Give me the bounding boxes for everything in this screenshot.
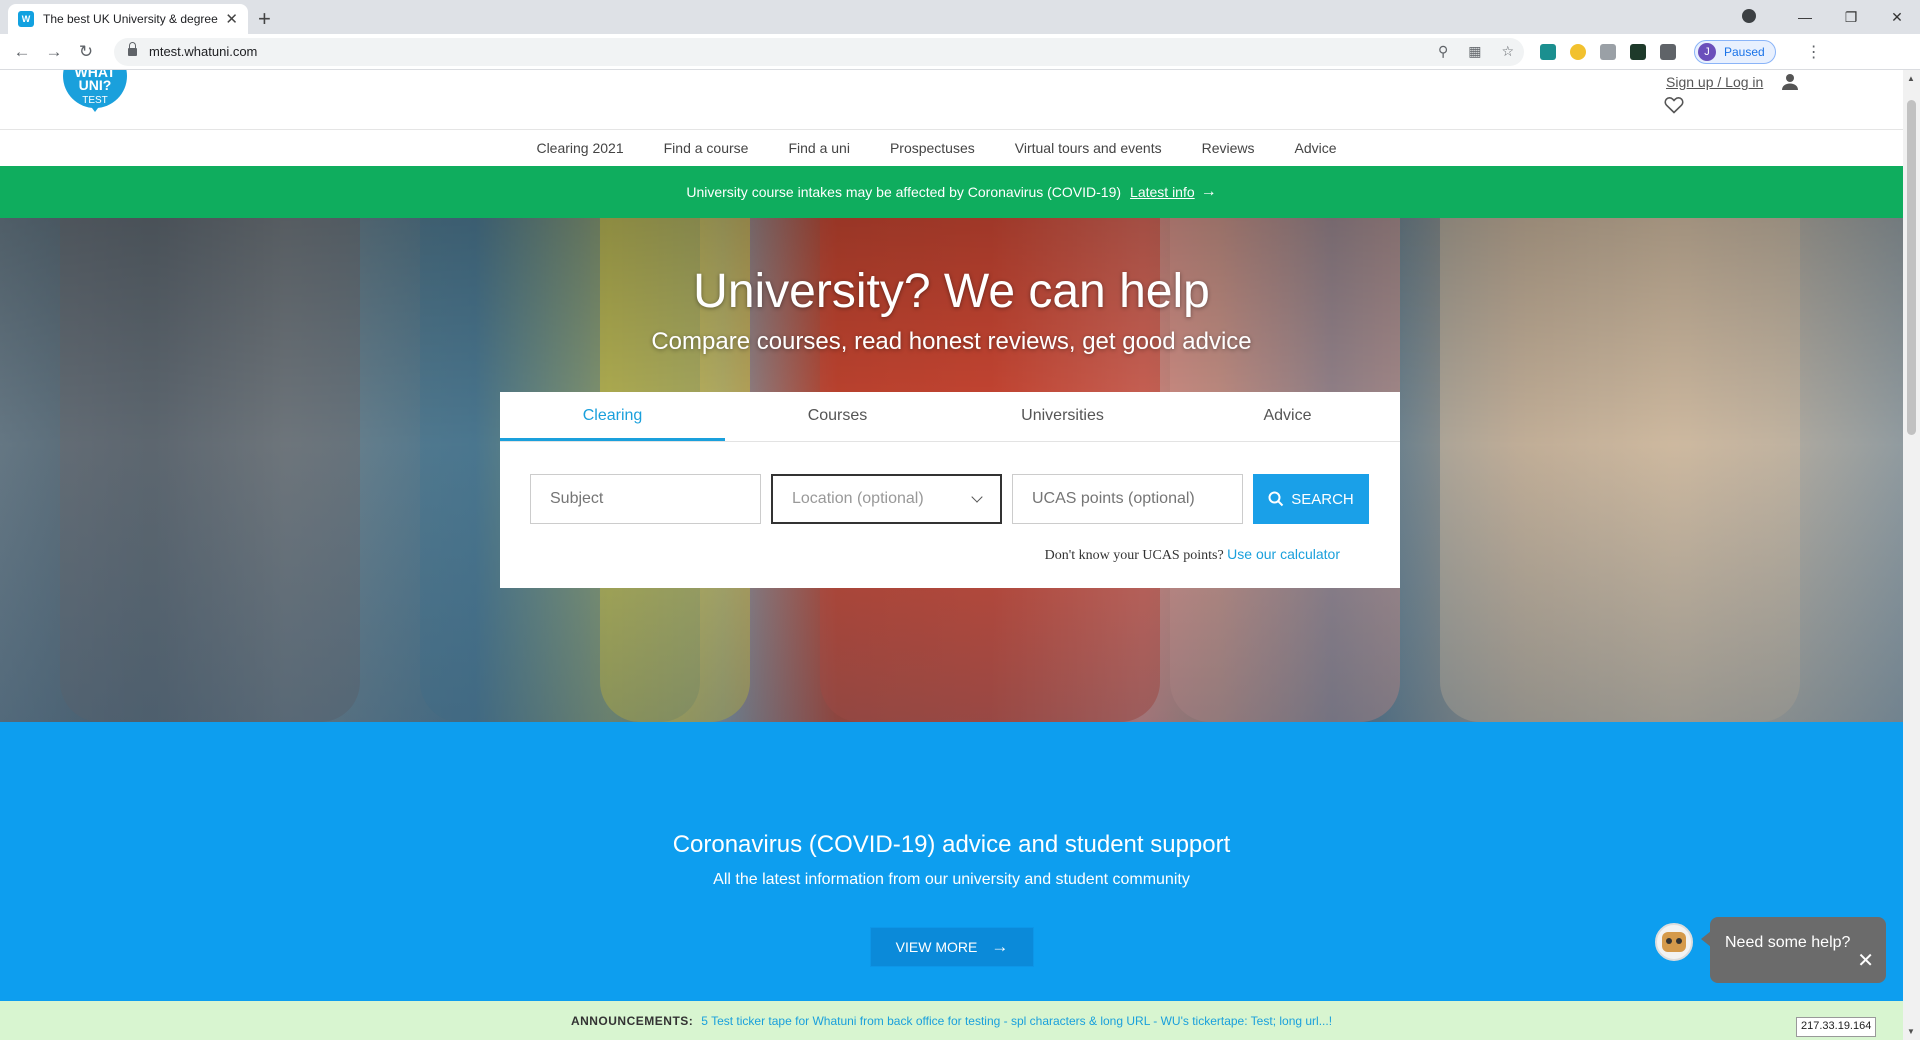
announcement-ticker: ANNOUNCEMENTS: 5 Test ticker tape for Wh… <box>0 1001 1903 1040</box>
back-icon[interactable]: ← <box>6 42 38 62</box>
user-icon[interactable] <box>1781 73 1799 91</box>
nav-prospectuses[interactable]: Prospectuses <box>870 140 995 156</box>
location-placeholder: Location (optional) <box>792 490 924 507</box>
signup-login-link[interactable]: Sign up / Log in <box>1666 74 1763 90</box>
tab-universities[interactable]: Universities <box>950 392 1175 441</box>
extensions-puzzle-icon[interactable] <box>1660 43 1676 60</box>
browser-tab[interactable]: W The best UK University & degree ✕ <box>8 4 248 34</box>
ucas-points-input[interactable] <box>1012 474 1243 524</box>
announcement-label: ANNOUNCEMENTS: <box>570 1013 694 1028</box>
subject-input[interactable] <box>530 474 761 524</box>
lock-icon <box>128 41 137 56</box>
logo-text-uni: UNI? <box>78 77 112 93</box>
scroll-down-icon[interactable]: ▼ <box>1907 1027 1915 1036</box>
whatuni-favicon-icon: W <box>18 11 34 27</box>
view-more-button[interactable]: VIEW MORE → <box>870 927 1034 967</box>
tab-title: The best UK University & degree <box>43 12 218 26</box>
help-bubble[interactable]: Need some help? ✕ <box>1701 917 1886 983</box>
address-bar[interactable]: mtest.whatuni.com ⚲ ▦ ☆ <box>114 37 1524 66</box>
close-icon[interactable]: ✕ <box>1857 948 1874 973</box>
site-header: WHAT UNI? TEST Sign up / Log in <box>0 70 1903 130</box>
ucas-question: Don't know your UCAS points? <box>1044 548 1224 563</box>
close-window-icon[interactable]: ✕ <box>1874 9 1920 26</box>
extension-grey-icon[interactable] <box>1600 43 1616 60</box>
reload-icon[interactable]: ↻ <box>70 42 102 62</box>
tab-clearing[interactable]: Clearing <box>500 392 725 441</box>
profile-avatar: J <box>1698 42 1716 61</box>
ucas-helper: Don't know your UCAS points? Use our cal… <box>1045 546 1340 564</box>
profile-status: Paused <box>1724 44 1765 59</box>
search-button-label: SEARCH <box>1291 490 1354 508</box>
view-more-label: VIEW MORE <box>895 939 978 955</box>
covid-section-title: Coronavirus (COVID-19) advice and studen… <box>672 831 1231 858</box>
extension-teal-icon[interactable] <box>1540 43 1556 60</box>
tab-advice[interactable]: Advice <box>1175 392 1400 441</box>
new-tab-icon[interactable]: + <box>258 6 271 32</box>
main-navigation: Clearing 2021 Find a course Find a uni P… <box>0 130 1903 166</box>
forward-icon[interactable]: → <box>38 42 70 62</box>
extensions-area: J Paused ⋮ <box>1540 39 1822 64</box>
heart-icon[interactable] <box>1664 96 1684 114</box>
browser-menu-icon[interactable]: ⋮ <box>1806 42 1822 62</box>
profile-button[interactable]: J Paused <box>1694 39 1776 64</box>
tab-search-icon[interactable] <box>1736 8 1782 26</box>
browser-tab-bar: W The best UK University & degree ✕ + — … <box>0 0 1920 34</box>
nav-clearing-2021[interactable]: Clearing 2021 <box>516 140 643 156</box>
tab-courses[interactable]: Courses <box>725 392 950 441</box>
whatuni-logo[interactable]: WHAT UNI? TEST <box>63 70 129 116</box>
nav-virtual-tours[interactable]: Virtual tours and events <box>995 140 1182 156</box>
location-icon[interactable]: ⚲ <box>1438 43 1448 60</box>
page-viewport: WHAT UNI? TEST Sign up / Log in Clearing… <box>0 70 1903 1040</box>
bookmark-star-icon[interactable]: ☆ <box>1501 43 1514 60</box>
window-controls: — ❐ ✕ <box>1736 0 1920 34</box>
location-select[interactable]: Location (optional) <box>771 474 1002 524</box>
qr-code-icon[interactable]: ▦ <box>1468 43 1481 60</box>
arrow-right-icon: → <box>1200 183 1217 200</box>
scrollbar-thumb[interactable] <box>1907 100 1916 435</box>
restore-icon[interactable]: ❐ <box>1828 9 1874 26</box>
extension-dark-icon[interactable] <box>1630 43 1646 60</box>
scroll-up-icon[interactable]: ▲ <box>1907 74 1915 83</box>
close-tab-icon[interactable]: ✕ <box>225 10 238 28</box>
hero-title: University? We can help <box>693 265 1210 318</box>
search-panel: Clearing Courses Universities Advice Loc… <box>500 392 1400 588</box>
minimize-icon[interactable]: — <box>1782 9 1828 25</box>
latest-info-link[interactable]: Latest info <box>1130 184 1195 200</box>
browser-toolbar: ← → ↻ mtest.whatuni.com ⚲ ▦ ☆ J Paused ⋮ <box>0 34 1920 70</box>
search-icon <box>1268 491 1284 507</box>
hero-banner: University? We can help Compare courses,… <box>0 218 1903 722</box>
covid-alert-bar: University course intakes may be affecte… <box>0 166 1903 218</box>
search-button[interactable]: SEARCH <box>1253 474 1369 524</box>
search-tabs: Clearing Courses Universities Advice <box>500 392 1400 442</box>
nav-advice[interactable]: Advice <box>1275 140 1357 156</box>
status-ip-address: 217.33.19.164 <box>1796 1017 1877 1037</box>
ucas-calculator-link[interactable]: Use our calculator <box>1227 546 1340 562</box>
chevron-down-icon <box>971 491 983 503</box>
covid-support-section: Coronavirus (COVID-19) advice and studen… <box>0 722 1903 1002</box>
arrow-right-icon: → <box>991 937 1009 956</box>
chatbot-avatar-icon[interactable] <box>1655 923 1693 961</box>
covid-alert-text: University course intakes may be affecte… <box>686 184 1122 200</box>
page-scrollbar[interactable]: ▲ ▼ <box>1903 70 1920 1040</box>
hero-subtitle: Compare courses, read honest reviews, ge… <box>651 328 1252 355</box>
extension-chrome-icon[interactable] <box>1570 43 1586 60</box>
covid-section-subtitle: All the latest information from our univ… <box>713 871 1190 888</box>
nav-reviews[interactable]: Reviews <box>1182 140 1275 156</box>
url-text: mtest.whatuni.com <box>149 44 258 59</box>
announcement-message[interactable]: 5 Test ticker tape for Whatuni from back… <box>701 1014 1332 1028</box>
nav-find-a-course[interactable]: Find a course <box>644 140 769 156</box>
nav-find-a-uni[interactable]: Find a uni <box>768 140 869 156</box>
help-text: Need some help? <box>1725 934 1851 951</box>
